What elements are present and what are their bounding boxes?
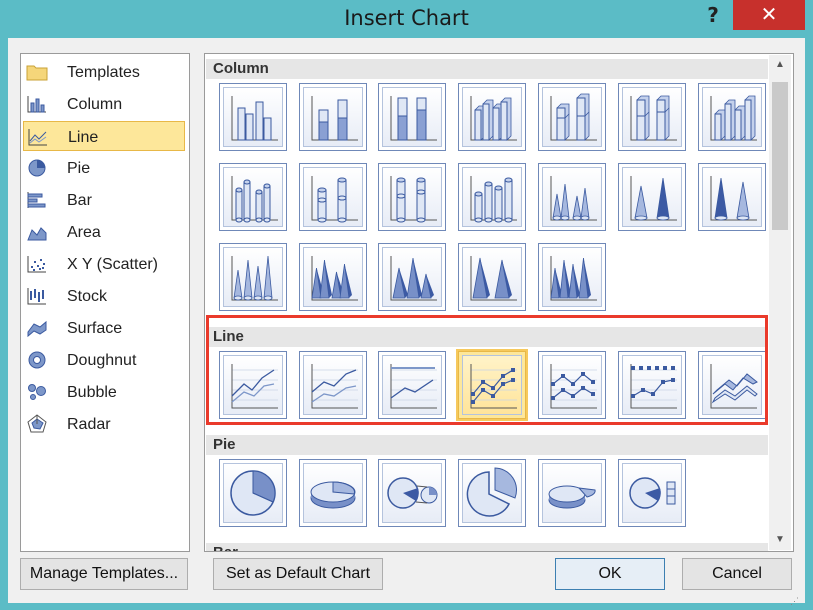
set-default-chart-button[interactable]: Set as Default Chart — [213, 558, 383, 590]
section-header-bar: Bar — [206, 543, 768, 551]
chart-type-3d-clustered-column[interactable] — [458, 83, 526, 151]
ok-button[interactable]: OK — [555, 558, 665, 590]
doughnut-chart-icon — [26, 350, 48, 370]
section-title: Column — [213, 60, 269, 77]
help-button[interactable]: ? — [700, 2, 726, 28]
chart-type-clustered-column[interactable] — [219, 83, 287, 151]
category-label: Doughnut — [67, 352, 137, 369]
scatter-chart-icon — [26, 254, 48, 274]
close-button[interactable]: ✕ — [733, 0, 805, 30]
bar-chart-icon — [26, 190, 48, 210]
category-label: Column — [67, 96, 123, 113]
category-item-doughnut[interactable]: Doughnut — [23, 345, 185, 375]
chart-type-3d-cone[interactable] — [219, 243, 287, 311]
category-label: Bar — [67, 192, 92, 209]
chart-type-stacked-column[interactable] — [299, 83, 367, 151]
category-item-line[interactable]: Line — [23, 121, 185, 151]
chart-type-clustered-cone[interactable] — [538, 163, 606, 231]
chart-type-bar-of-pie[interactable] — [618, 459, 686, 527]
category-item-templates[interactable]: Templates — [23, 57, 185, 87]
section-title: Pie — [213, 436, 236, 453]
category-label: Templates — [67, 64, 140, 81]
manage-templates-button[interactable]: Manage Templates... — [20, 558, 188, 590]
category-label: Surface — [67, 320, 123, 337]
chart-type-3d-cylinder[interactable] — [458, 163, 526, 231]
cancel-button[interactable]: Cancel — [682, 558, 792, 590]
category-label: X Y (Scatter) — [67, 256, 158, 273]
folder-icon — [26, 62, 48, 82]
chart-type-3d-exploded-pie[interactable] — [538, 459, 606, 527]
resize-grip-icon[interactable]: ⋰ — [790, 596, 799, 607]
chart-type-100-stacked-pyramid[interactable] — [458, 243, 526, 311]
chart-type-3d-pie[interactable] — [299, 459, 367, 527]
chart-type-stacked-cylinder[interactable] — [299, 163, 367, 231]
radar-chart-icon — [26, 414, 48, 434]
chart-type-stacked-cone[interactable] — [618, 163, 686, 231]
dialog-title: Insert Chart — [344, 6, 469, 30]
stock-chart-icon — [26, 286, 48, 306]
category-item-radar[interactable]: Radar — [23, 409, 185, 439]
scroll-down-arrow-icon[interactable]: ▼ — [769, 530, 791, 550]
category-label: Stock — [67, 288, 108, 305]
chart-type-gallery: ▲ ▼ ColumnLinePieBar — [204, 53, 794, 552]
chart-type-3d-100-stacked-column[interactable] — [618, 83, 686, 151]
section-header-column: Column — [206, 59, 768, 79]
scroll-up-arrow-icon[interactable]: ▲ — [769, 55, 791, 75]
chart-category-list: Templates Column Line Pie Bar Area X Y (Scatte… — [20, 53, 190, 552]
category-label: Pie — [67, 160, 91, 177]
chart-type-100-stacked-column[interactable] — [378, 83, 446, 151]
category-item-surface[interactable]: Surface — [23, 313, 185, 343]
chart-type-3d-column[interactable] — [698, 83, 766, 151]
chart-type-pie[interactable] — [219, 459, 287, 527]
category-item-x-y-scatter[interactable]: X Y (Scatter) — [23, 249, 185, 279]
section-title: Bar — [213, 544, 238, 551]
category-label: Bubble — [67, 384, 117, 401]
chart-type-clustered-pyramid[interactable] — [299, 243, 367, 311]
line-chart-icon — [27, 127, 49, 147]
surface-chart-icon — [26, 318, 48, 338]
category-item-bubble[interactable]: Bubble — [23, 377, 185, 407]
chart-type-stacked-pyramid[interactable] — [378, 243, 446, 311]
title-bar: Insert Chart ? ✕ — [0, 0, 813, 38]
chart-type-100-stacked-cylinder[interactable] — [378, 163, 446, 231]
category-label: Area — [67, 224, 101, 241]
category-item-area[interactable]: Area — [23, 217, 185, 247]
scrollbar-thumb[interactable] — [772, 82, 788, 230]
section-header-pie: Pie — [206, 435, 768, 455]
category-item-column[interactable]: Column — [23, 89, 185, 119]
gallery-scrollbar[interactable]: ▲ ▼ — [769, 55, 791, 550]
chart-type-100-stacked-cone[interactable] — [698, 163, 766, 231]
chart-type-3d-pyramid[interactable] — [538, 243, 606, 311]
column-chart-icon — [26, 94, 48, 114]
category-item-pie[interactable]: Pie — [23, 153, 185, 183]
chart-type-exploded-pie[interactable] — [458, 459, 526, 527]
chart-type-clustered-cylinder[interactable] — [219, 163, 287, 231]
category-item-bar[interactable]: Bar — [23, 185, 185, 215]
category-label: Line — [68, 129, 99, 146]
chart-type-3d-stacked-column[interactable] — [538, 83, 606, 151]
line-section-highlight — [206, 315, 768, 425]
chart-type-pie-of-pie[interactable] — [378, 459, 446, 527]
area-chart-icon — [26, 222, 48, 242]
category-item-stock[interactable]: Stock — [23, 281, 185, 311]
bubble-chart-icon — [26, 382, 48, 402]
category-label: Radar — [67, 416, 111, 433]
pie-chart-icon — [26, 158, 48, 178]
